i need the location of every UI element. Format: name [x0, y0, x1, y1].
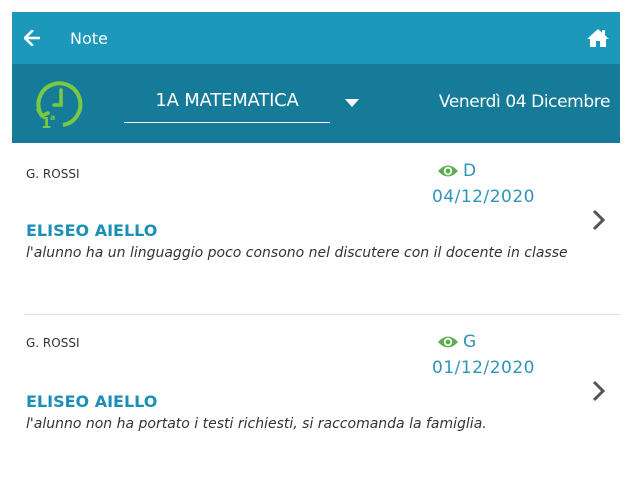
lesson-hour-clock-icon: 1 a: [36, 81, 83, 132]
note-student: ELISEO AIELLO: [26, 392, 158, 411]
chevron-down-icon[interactable]: [345, 99, 359, 107]
notes-screen: Note 1 a 1A MATEMATICA Venerdì 04 Dicemb…: [12, 12, 620, 491]
current-date: Venerdì 04 Dicembre: [438, 92, 610, 112]
home-button[interactable]: [586, 26, 610, 50]
note-teacher: G. ROSSI: [26, 336, 80, 350]
selected-class-label: 1A MATEMATICA: [155, 90, 299, 111]
note-student: ELISEO AIELLO: [26, 221, 158, 240]
note-date: 01/12/2020: [432, 358, 535, 378]
note-item[interactable]: G. ROSSI D 04/12/2020 ELISEO AIELLO l'al…: [12, 143, 620, 314]
class-selector-bar: 1 a 1A MATEMATICA Venerdì 04 Dicembre: [12, 64, 620, 143]
note-date: 04/12/2020: [432, 187, 535, 207]
note-visibility: D: [463, 161, 477, 181]
chevron-right-icon[interactable]: [592, 380, 606, 402]
note-item[interactable]: G. ROSSI G 01/12/2020 ELISEO AIELLO l'al…: [12, 314, 620, 485]
page-title: Note: [70, 28, 108, 48]
back-button[interactable]: [12, 12, 52, 64]
app-header: Note: [12, 12, 620, 64]
eye-icon: [438, 336, 458, 348]
class-select[interactable]: 1A MATEMATICA: [124, 90, 330, 124]
note-text: l'alunno non ha portato i testi richiest…: [26, 416, 487, 432]
chevron-right-icon[interactable]: [592, 209, 606, 231]
svg-text:a: a: [50, 113, 55, 122]
note-teacher: G. ROSSI: [26, 167, 80, 181]
home-icon: [587, 29, 609, 47]
arrow-left-icon: [24, 30, 40, 46]
divider: [24, 314, 620, 315]
note-visibility: G: [463, 332, 477, 352]
select-underline: [124, 122, 330, 123]
eye-icon: [438, 165, 458, 177]
note-text: l'alunno ha un linguaggio poco consono n…: [26, 245, 568, 261]
